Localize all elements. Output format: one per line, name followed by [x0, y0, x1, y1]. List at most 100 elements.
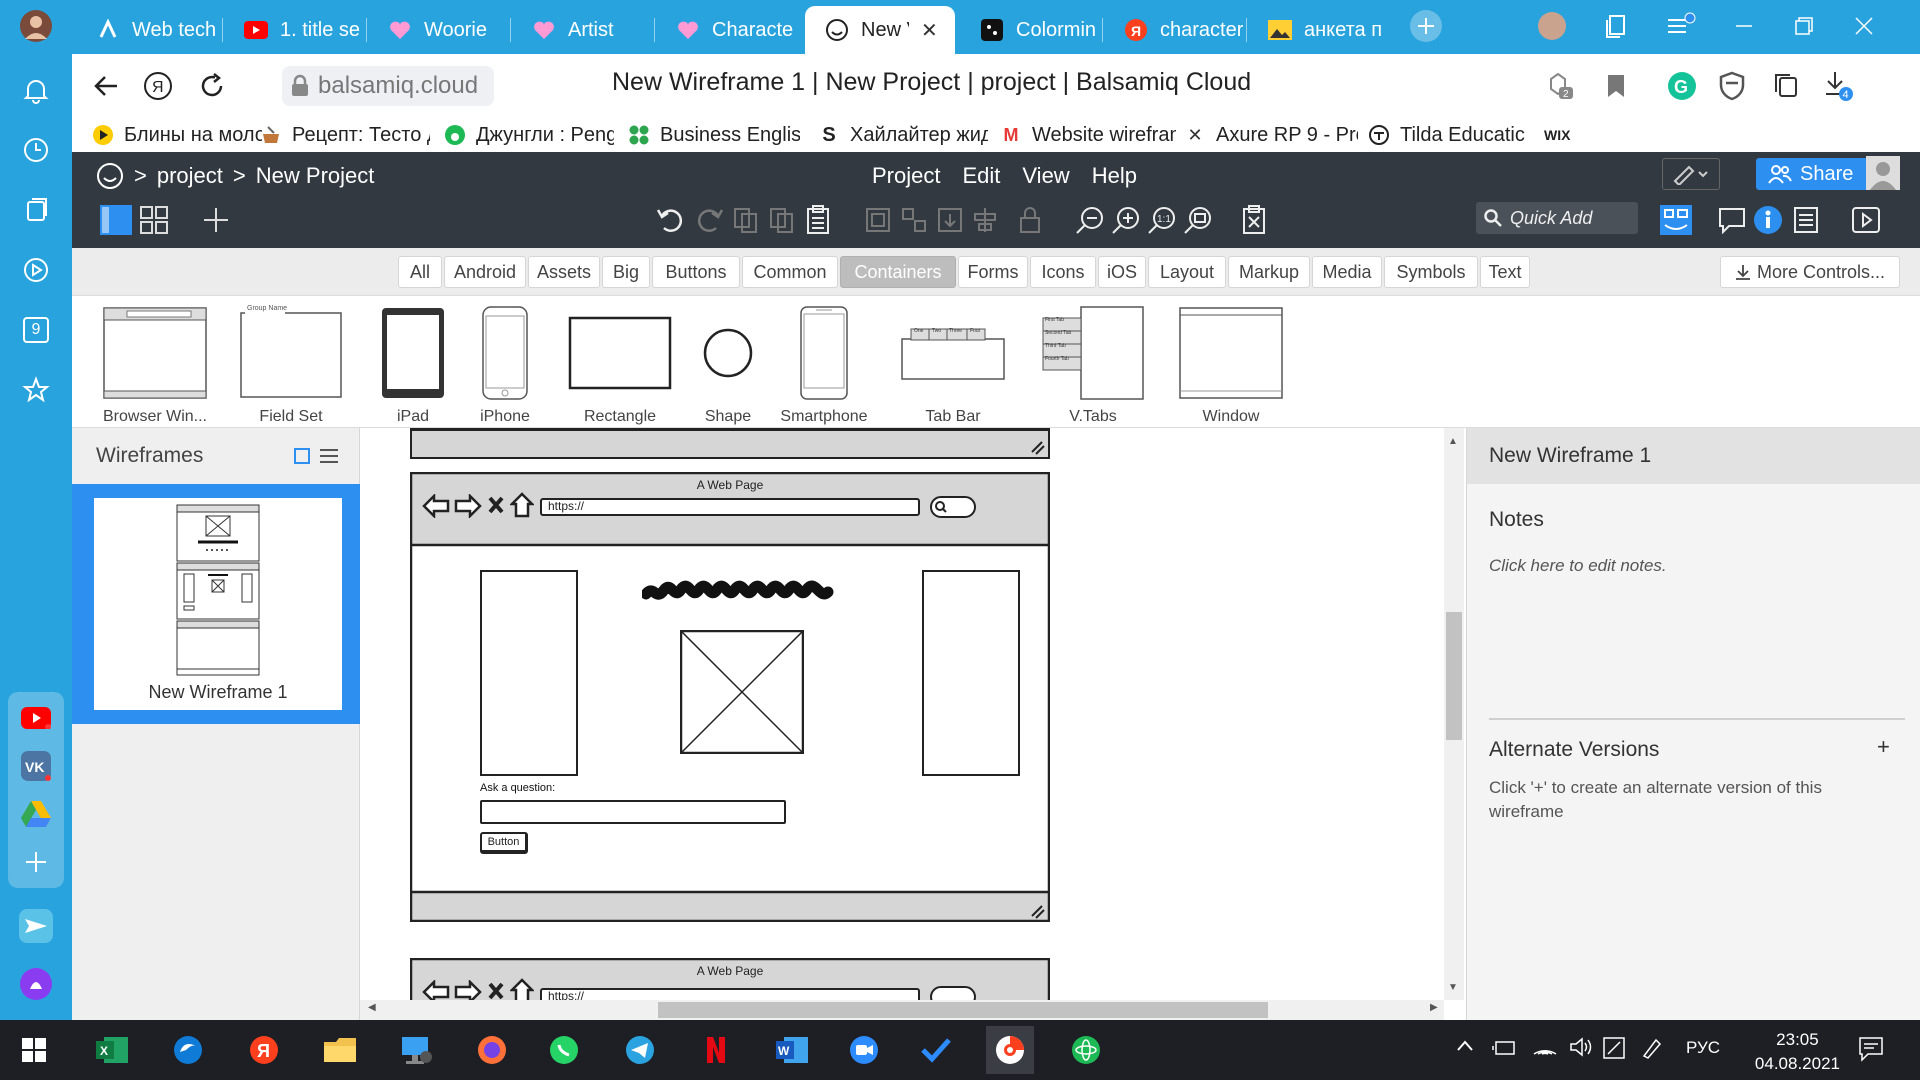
computer-icon[interactable] — [392, 1026, 440, 1074]
star-icon[interactable] — [18, 372, 54, 408]
excel-icon[interactable]: X — [88, 1026, 136, 1074]
youtube-icon[interactable] — [18, 700, 54, 736]
user-avatar[interactable] — [1866, 156, 1900, 190]
grid-view-icon[interactable] — [134, 200, 174, 240]
tab-characte[interactable]: Characte — [656, 6, 796, 54]
category-layout[interactable]: Layout — [1148, 256, 1226, 288]
copy-icon[interactable] — [726, 200, 766, 240]
canvas-horizontal-scrollbar[interactable]: ◀ ▶ — [360, 1000, 1444, 1020]
category-text[interactable]: Text — [1480, 256, 1530, 288]
volume-icon[interactable] — [1568, 1036, 1594, 1058]
telegram-icon[interactable] — [616, 1026, 664, 1074]
browser-window-partial-top[interactable] — [410, 428, 1050, 460]
tab-character-yandex[interactable]: Я character — [1104, 6, 1244, 54]
more-controls-button[interactable]: More Controls... — [1720, 256, 1900, 288]
bookmark-icon[interactable] — [1598, 68, 1634, 104]
menu-edit[interactable]: Edit — [962, 163, 1000, 189]
extensions-icon[interactable]: 2 — [1542, 68, 1578, 104]
category-markup[interactable]: Markup — [1228, 256, 1310, 288]
alice-icon[interactable] — [18, 966, 54, 1002]
scroll-thumb[interactable] — [1446, 612, 1462, 740]
battery-icon[interactable] — [1492, 1038, 1518, 1058]
bookmark-item[interactable]: Business English - I — [628, 120, 800, 150]
component-smartphone[interactable]: Smartphone — [776, 304, 872, 426]
chevron-up-icon[interactable] — [1456, 1038, 1474, 1052]
scroll-thumb[interactable] — [658, 1002, 1268, 1018]
notes-placeholder[interactable]: Click here to edit notes. — [1489, 556, 1667, 576]
zoom-actual-icon[interactable]: 1:1 — [1142, 200, 1182, 240]
wifi-icon[interactable] — [1532, 1036, 1558, 1058]
zoom-icon[interactable] — [840, 1026, 888, 1074]
menu-notification-icon[interactable] — [1666, 12, 1696, 40]
bookmark-item[interactable]: Блины на молоке — [92, 120, 262, 150]
category-symbols[interactable]: Symbols — [1384, 256, 1478, 288]
yandex-browser-icon[interactable]: Я — [240, 1026, 288, 1074]
category-all[interactable]: All — [398, 256, 442, 288]
tab-woorie[interactable]: Woorie — [368, 6, 508, 54]
redo-icon[interactable] — [690, 200, 730, 240]
component-ipad[interactable]: iPad — [378, 304, 448, 426]
notifications-icon[interactable] — [1858, 1036, 1884, 1062]
bookmark-item[interactable]: M Website wireframe — [1000, 120, 1177, 150]
wireframe-title[interactable]: New Wireframe 1 — [1489, 444, 1651, 468]
category-forms[interactable]: Forms — [958, 256, 1028, 288]
whatsapp-icon[interactable] — [540, 1026, 588, 1074]
info-icon[interactable] — [1748, 200, 1788, 240]
bookmark-item[interactable]: Tilda Educatic — [1368, 120, 1528, 150]
component-browser-window[interactable]: Browser Win... — [100, 304, 210, 426]
tab-close-icon[interactable]: ✕ — [921, 18, 938, 43]
menu-help[interactable]: Help — [1092, 163, 1137, 189]
new-tab-button[interactable] — [1410, 10, 1442, 42]
google-drive-icon[interactable] — [18, 796, 54, 832]
duplicate-icon[interactable] — [762, 200, 802, 240]
input-language[interactable]: РУС — [1686, 1038, 1720, 1058]
component-window[interactable]: Window — [1176, 304, 1286, 426]
history-icon[interactable] — [18, 132, 54, 168]
menu-view[interactable]: View — [1022, 163, 1069, 189]
firefox-icon[interactable] — [468, 1026, 516, 1074]
edit-mode-button[interactable] — [1662, 158, 1720, 190]
browser-window-partial-bottom[interactable]: A Web Page https:// — [410, 958, 1050, 1002]
url-bar[interactable]: balsamiq.cloud — [282, 66, 494, 106]
video-play-icon[interactable] — [18, 252, 54, 288]
comments-icon[interactable] — [1712, 200, 1752, 240]
component-iphone[interactable]: iPhone — [470, 304, 540, 426]
tab-web-tech[interactable]: Web tech — [76, 6, 220, 54]
tab-artist[interactable]: Artist — [512, 6, 652, 54]
scroll-up-icon[interactable]: ▲ — [1448, 436, 1458, 447]
component-tab-bar[interactable]: One Two Three Four Tab Bar — [898, 304, 1008, 426]
category-media[interactable]: Media — [1312, 256, 1382, 288]
windows-start-icon[interactable] — [10, 1026, 58, 1074]
bookmark-item[interactable]: Джунгли : Penguin — [444, 120, 614, 150]
group-icon[interactable] — [858, 200, 898, 240]
reload-icon[interactable] — [194, 68, 230, 104]
canvas-vertical-scrollbar[interactable]: ▲ ▼ — [1444, 428, 1464, 1000]
collections-icon[interactable] — [1768, 68, 1804, 104]
breadcrumb-project[interactable]: project — [157, 163, 223, 189]
component-shape[interactable]: Shape — [688, 304, 768, 426]
add-alternate-version-button[interactable]: + — [1877, 734, 1890, 760]
add-pinned-icon[interactable] — [18, 844, 54, 880]
zoom-out-icon[interactable] — [1070, 200, 1110, 240]
tab-new-wireframe[interactable]: New V ✕ — [805, 6, 955, 54]
downloads-icon[interactable]: 4 — [1820, 68, 1856, 104]
word-icon[interactable]: W — [768, 1026, 816, 1074]
category-containers[interactable]: Containers — [840, 256, 956, 288]
arrange-icon[interactable] — [930, 200, 970, 240]
tasks-check-icon[interactable] — [912, 1026, 960, 1074]
file-explorer-icon[interactable] — [316, 1026, 364, 1074]
ui-library-icon[interactable] — [1656, 200, 1696, 240]
stylus-icon[interactable] — [1640, 1036, 1664, 1060]
category-big[interactable]: Big — [602, 256, 650, 288]
menu-project[interactable]: Project — [872, 163, 940, 189]
bookmark-item[interactable]: S Хайлайтер жидки — [818, 120, 988, 150]
bookmark-item[interactable]: WIX — [1544, 120, 1594, 150]
component-field-set[interactable]: Group Name Field Set — [236, 304, 346, 426]
scroll-left-icon[interactable]: ◀ — [368, 1002, 376, 1013]
component-rectangle[interactable]: Rectangle — [560, 304, 680, 426]
present-icon[interactable] — [1846, 200, 1886, 240]
shield-icon[interactable] — [1714, 68, 1750, 104]
category-icons[interactable]: Icons — [1030, 256, 1096, 288]
vk-icon[interactable]: VK — [18, 748, 54, 784]
zoom-in-icon[interactable] — [1106, 200, 1146, 240]
